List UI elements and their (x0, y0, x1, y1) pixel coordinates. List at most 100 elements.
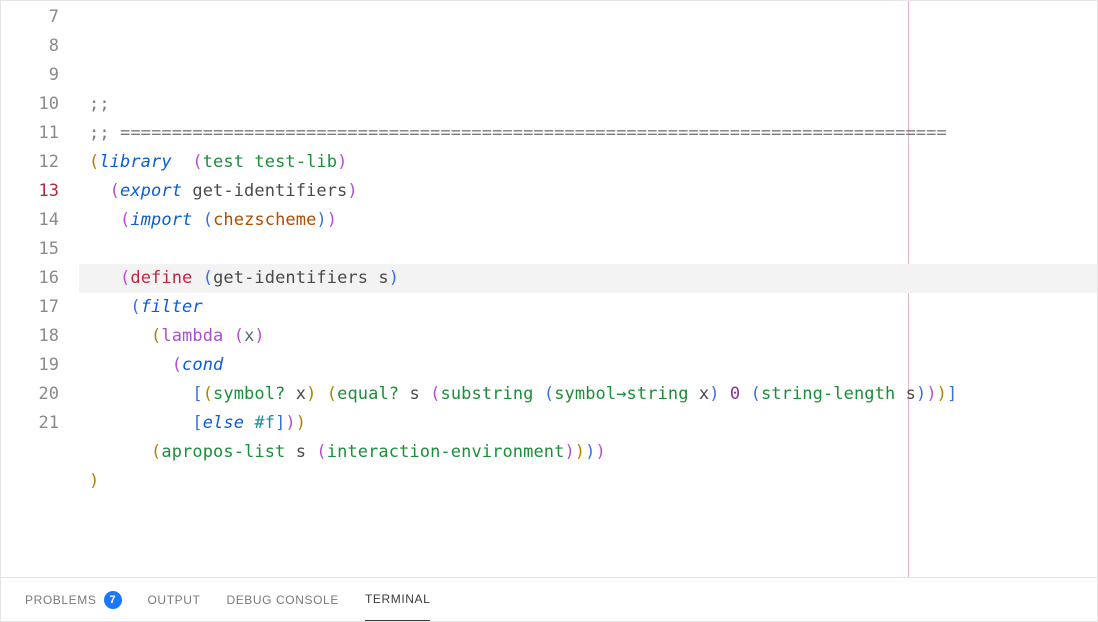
code-line[interactable]: (lambda (x) (79, 322, 1097, 351)
line-number: 17 (1, 293, 79, 322)
code-token (89, 384, 192, 404)
code-token: s (895, 384, 916, 404)
code-token: s (399, 384, 430, 404)
code-token: symbol? (213, 384, 285, 404)
code-token: ;; (89, 94, 110, 114)
line-number: 8 (1, 32, 79, 61)
code-token: ( (151, 326, 161, 346)
code-token: ( (89, 152, 99, 172)
code-token: ) (285, 413, 295, 433)
tab-problems[interactable]: PROBLEMS 7 (25, 578, 122, 621)
code-token: substring (440, 384, 533, 404)
code-token: ) (306, 384, 316, 404)
code-line[interactable]: (filter (79, 293, 1097, 322)
code-token: cond (182, 355, 223, 375)
tab-label: TERMINAL (365, 592, 430, 606)
tab-debug-console[interactable]: DEBUG CONSOLE (226, 578, 339, 621)
code-token: ) (709, 384, 719, 404)
code-line[interactable]: [else #f])) (79, 409, 1097, 438)
code-line[interactable]: (import (chezscheme)) (79, 206, 1097, 235)
code-token: ) (389, 268, 399, 288)
code-token (720, 384, 730, 404)
code-line[interactable] (79, 496, 1097, 525)
bottom-panel: PROBLEMS 7 OUTPUT DEBUG CONSOLE TERMINAL (1, 577, 1097, 621)
code-token: ) (254, 326, 264, 346)
code-token (89, 442, 151, 462)
code-line[interactable]: ) (79, 467, 1097, 496)
code-token: apropos-list (161, 442, 285, 462)
code-token (172, 152, 193, 172)
code-token: s (285, 442, 316, 462)
code-token (244, 413, 254, 433)
code-token: ( (203, 384, 213, 404)
line-number-gutter: 789101112131415161718192021 (1, 1, 79, 577)
code-token: ( (234, 326, 244, 346)
code-token (316, 384, 326, 404)
code-token: x (244, 326, 254, 346)
code-token: import (130, 210, 192, 230)
code-token: #f (254, 413, 275, 433)
code-line[interactable]: (apropos-list s (interaction-environment… (79, 438, 1097, 467)
code-line[interactable]: (cond (79, 351, 1097, 380)
code-token: x (285, 384, 306, 404)
code-token: export (120, 181, 182, 201)
code-token: ) (347, 181, 357, 201)
code-token: ) (926, 384, 936, 404)
code-line[interactable]: [(symbol? x) (equal? s (substring (symbo… (79, 380, 1097, 409)
code-content[interactable]: ;; ;; ===================================… (79, 1, 1097, 577)
line-number: 10 (1, 90, 79, 119)
code-token: library (99, 152, 171, 172)
code-token: ========================================… (120, 123, 947, 143)
code-token: ] (947, 384, 957, 404)
code-token: ] (275, 413, 285, 433)
code-editor[interactable]: 789101112131415161718192021 ;;;; =======… (1, 1, 1097, 577)
code-token (89, 413, 192, 433)
line-number: 12 (1, 148, 79, 177)
code-token (192, 268, 202, 288)
code-token: ) (327, 210, 337, 230)
code-token: ( (192, 152, 202, 172)
line-number: 19 (1, 351, 79, 380)
code-token: ) (316, 210, 326, 230)
code-token: ) (89, 471, 99, 491)
code-token: equal? (337, 384, 399, 404)
code-token: ) (564, 442, 574, 462)
code-token (89, 355, 172, 375)
code-token: ( (110, 181, 120, 201)
problems-badge: 7 (104, 591, 122, 609)
editor-window: 789101112131415161718192021 ;;;; =======… (0, 0, 1098, 622)
line-number: 20 (1, 380, 79, 409)
code-token: ) (916, 384, 926, 404)
code-token (89, 210, 120, 230)
tab-terminal[interactable]: TERMINAL (365, 578, 430, 621)
code-token (740, 384, 750, 404)
line-number: 21 (1, 409, 79, 438)
code-line[interactable] (79, 235, 1097, 264)
code-token: filter (141, 297, 203, 317)
code-token: ( (327, 384, 337, 404)
code-line[interactable]: (export get-identifiers) (79, 177, 1097, 206)
tab-label: DEBUG CONSOLE (226, 593, 339, 607)
code-line[interactable]: ;; (79, 90, 1097, 119)
code-token (534, 384, 544, 404)
code-token: ) (595, 442, 605, 462)
code-token: ( (172, 355, 182, 375)
code-token: ) (585, 442, 595, 462)
line-number: 9 (1, 61, 79, 90)
code-token (192, 210, 202, 230)
code-token: ) (937, 384, 947, 404)
line-number: 7 (1, 3, 79, 32)
line-number: 13 (1, 177, 79, 206)
code-token: ( (120, 210, 130, 230)
code-token: [ (192, 413, 202, 433)
code-token: ( (130, 297, 140, 317)
code-line[interactable]: (library (test test-lib) (79, 148, 1097, 177)
code-line[interactable]: (define (get-identifiers s) (79, 264, 1097, 293)
line-number: 14 (1, 206, 79, 235)
code-line[interactable]: ;; =====================================… (79, 119, 1097, 148)
tab-output[interactable]: OUTPUT (148, 578, 201, 621)
code-token: lambda (161, 326, 223, 346)
code-token: symbol→string (554, 384, 688, 404)
code-token: [ (192, 384, 202, 404)
line-number: 15 (1, 235, 79, 264)
